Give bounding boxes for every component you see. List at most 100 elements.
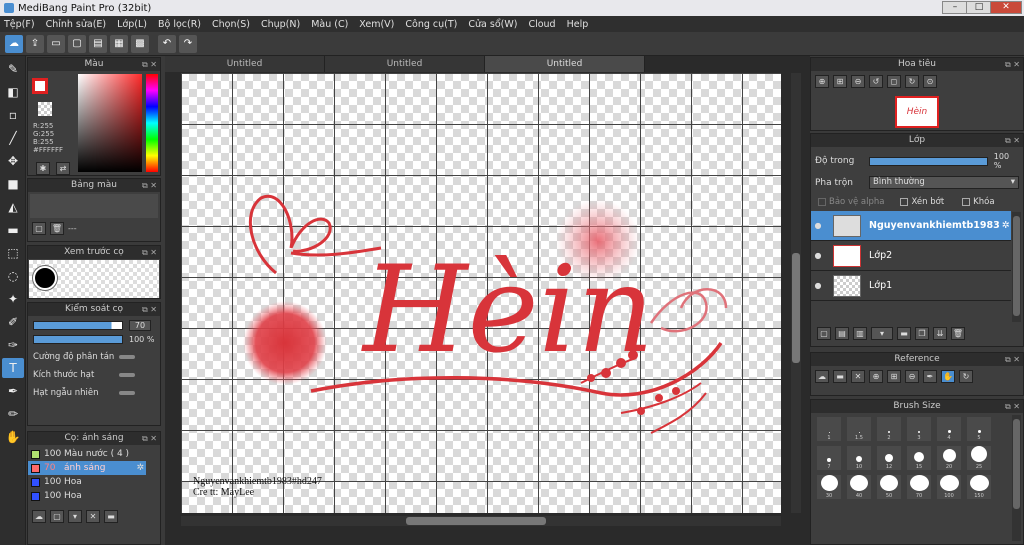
- panel-close-icon[interactable]: ⧉ ✕: [142, 246, 157, 259]
- blend-mode-select[interactable]: Bình thường ▾: [869, 176, 1019, 189]
- brush-size-12[interactable]: 12: [877, 446, 901, 470]
- menu-help[interactable]: Help: [567, 19, 589, 30]
- brush-size-7[interactable]: 7: [817, 446, 841, 470]
- open-reference-icon[interactable]: ▬: [833, 370, 847, 383]
- rotate-left-icon[interactable]: ↺: [869, 75, 883, 88]
- zoom-fit-icon[interactable]: ⊞: [833, 75, 847, 88]
- layer-scrollbar[interactable]: [1012, 212, 1021, 322]
- grid-icon[interactable]: ▩: [131, 34, 149, 53]
- protect-alpha-checkbox[interactable]: Bảo vệ alpha: [818, 197, 884, 207]
- layer-settings-icon[interactable]: ✲: [1002, 220, 1010, 231]
- brush-size-4[interactable]: 4: [937, 417, 961, 441]
- fill-rect-tool-icon[interactable]: ■: [2, 174, 24, 194]
- color-option-button[interactable]: ✱: [36, 162, 50, 175]
- new-palette-icon[interactable]: ▢: [32, 222, 46, 235]
- panel-close-icon[interactable]: ⧉ ✕: [1005, 134, 1020, 147]
- horizontal-scrollbar[interactable]: [181, 516, 781, 526]
- new-halftone-layer-icon[interactable]: ▤: [835, 327, 849, 340]
- brush-size-1[interactable]: 1: [817, 417, 841, 441]
- vertical-scrollbar[interactable]: [791, 73, 801, 513]
- cloud-reference-icon[interactable]: ☁: [815, 370, 829, 383]
- visibility-eye-icon[interactable]: ●: [811, 221, 825, 230]
- horizontal-scroll-thumb[interactable]: [406, 517, 546, 525]
- menu-edit[interactable]: Chỉnh sửa(E): [46, 19, 107, 30]
- bucket-tool-icon[interactable]: ◭: [2, 197, 24, 217]
- random-particle-slider[interactable]: [119, 391, 135, 395]
- brush-size-slider[interactable]: [33, 321, 123, 330]
- maximize-button[interactable]: □: [966, 1, 992, 14]
- document-icon[interactable]: ▤: [89, 34, 107, 53]
- gradient-tool-icon[interactable]: ▬: [2, 220, 24, 240]
- menu-tools[interactable]: Công cụ(T): [405, 19, 457, 30]
- menu-filter[interactable]: Bộ lọc(R): [158, 19, 201, 30]
- brush-size-2[interactable]: 2: [877, 417, 901, 441]
- ref-zoom-in-icon[interactable]: ⊕: [869, 370, 883, 383]
- lasso-tool-icon[interactable]: ◌: [2, 266, 24, 286]
- vertical-scroll-thumb[interactable]: [792, 253, 800, 363]
- rotate-right-icon[interactable]: ↻: [905, 75, 919, 88]
- select-tool-icon[interactable]: ⬚: [2, 243, 24, 263]
- primary-color-swatch[interactable]: [32, 78, 48, 94]
- visibility-eye-icon[interactable]: ●: [811, 251, 825, 260]
- brush-size-70[interactable]: 70: [907, 475, 931, 499]
- brush-size-scrollbar[interactable]: [1012, 415, 1021, 541]
- eyedropper-tool-icon[interactable]: ✒: [2, 381, 24, 401]
- dot-tool-icon[interactable]: ▫: [2, 105, 24, 125]
- select-eraser-tool-icon[interactable]: ✑: [2, 335, 24, 355]
- menu-color[interactable]: Màu (C): [311, 19, 348, 30]
- magic-wand-tool-icon[interactable]: ✦: [2, 289, 24, 309]
- color-picker-square[interactable]: [78, 74, 142, 172]
- menu-snap[interactable]: Chụp(N): [261, 19, 300, 30]
- layer-row-selected[interactable]: ● Nguyenvankhiemtb1983 ✲: [811, 211, 1011, 241]
- select-pen-tool-icon[interactable]: ✐: [2, 312, 24, 332]
- zoom-out-icon[interactable]: ⊖: [851, 75, 865, 88]
- layer-row[interactable]: ● Lớp1: [811, 271, 1011, 301]
- brush-size-25[interactable]: 25: [967, 446, 991, 470]
- duplicate-layer-icon[interactable]: ❐: [915, 327, 929, 340]
- minimize-button[interactable]: –: [942, 1, 968, 14]
- tab-untitled-1[interactable]: Untitled: [165, 56, 325, 72]
- brush-item-selected[interactable]: 70 ánh sáng ✲: [28, 461, 146, 475]
- brush-menu-icon[interactable]: ▾: [68, 510, 82, 523]
- layer-opacity-slider[interactable]: [868, 156, 988, 166]
- undo-icon[interactable]: ↶: [158, 34, 176, 53]
- brush-size-30[interactable]: 30: [817, 475, 841, 499]
- panel-close-icon[interactable]: ⧉ ✕: [1005, 400, 1020, 413]
- secondary-color-swatch[interactable]: [38, 102, 52, 116]
- menu-select[interactable]: Chọn(S): [212, 19, 250, 30]
- menu-cloud[interactable]: Cloud: [528, 19, 555, 30]
- brush-size-1-5[interactable]: 1.5: [847, 417, 871, 441]
- panel-close-icon[interactable]: ⧉ ✕: [1005, 353, 1020, 366]
- color-swap-button[interactable]: ⇄: [56, 162, 70, 175]
- scatter-strength-slider[interactable]: [119, 355, 135, 359]
- ref-fit-icon[interactable]: ⊞: [887, 370, 901, 383]
- layer-row[interactable]: ● Lớp2: [811, 241, 1011, 271]
- brush-size-40[interactable]: 40: [847, 475, 871, 499]
- panel-close-icon[interactable]: ⧉ ✕: [142, 179, 157, 192]
- move-tool-icon[interactable]: ✥: [2, 151, 24, 171]
- hue-slider[interactable]: [146, 74, 158, 172]
- add-layer-menu-icon[interactable]: ▾: [871, 327, 893, 340]
- text-tool-icon[interactable]: T: [2, 358, 24, 378]
- brush-size-value[interactable]: 70: [129, 320, 151, 331]
- brush-folder-icon[interactable]: ▬: [104, 510, 118, 523]
- panel-close-icon[interactable]: ⧉ ✕: [142, 303, 157, 316]
- brush-tool-icon[interactable]: ✎: [2, 59, 24, 79]
- lock-checkbox[interactable]: Khóa: [962, 197, 995, 207]
- cloud-brush-icon[interactable]: ☁: [32, 510, 46, 523]
- brush-size-15[interactable]: 15: [907, 446, 931, 470]
- export-icon[interactable]: ⇪: [26, 34, 44, 53]
- panel-close-icon[interactable]: ⧉ ✕: [142, 58, 157, 71]
- ref-zoom-out-icon[interactable]: ⊖: [905, 370, 919, 383]
- close-reference-icon[interactable]: ✕: [851, 370, 865, 383]
- chat-icon[interactable]: ▭: [47, 34, 65, 53]
- brush-size-150[interactable]: 150: [967, 475, 991, 499]
- brush-size-20[interactable]: 20: [937, 446, 961, 470]
- brush-settings-icon[interactable]: ✲: [136, 463, 144, 473]
- hand-tool-icon[interactable]: ✋: [2, 427, 24, 447]
- brush-item[interactable]: 100 Màu nước ( 4 ): [28, 447, 146, 461]
- new-layer-icon[interactable]: ▢: [817, 327, 831, 340]
- ref-eyedropper-icon[interactable]: ✒: [923, 370, 937, 383]
- tab-untitled-2[interactable]: Untitled: [325, 56, 485, 72]
- layer-folder-icon[interactable]: ▬: [897, 327, 911, 340]
